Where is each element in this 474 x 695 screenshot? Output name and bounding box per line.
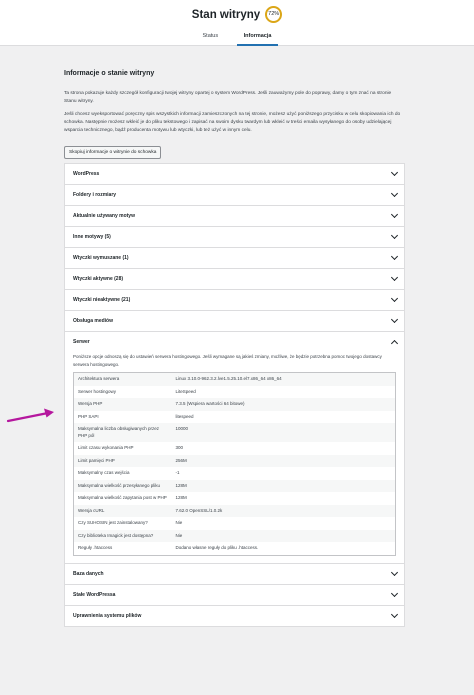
- server-info-key: Czy biblioteka Imagick jest dostępna?: [78, 532, 154, 538]
- accordion-title: Wtyczki aktywne (28): [73, 276, 124, 282]
- server-info-value: 300: [175, 445, 184, 450]
- server-info-key: Maksymalny czas wejścia: [78, 470, 130, 475]
- server-info-value: Dodano własne reguły do pliku .htaccess.: [175, 545, 259, 550]
- server-info-table: Architektura serwera Linux 3.10.0-962.3.2…: [73, 372, 396, 556]
- server-info-row: Limit czasu wykonania PHP 300: [74, 442, 396, 455]
- server-info-row: PHP SAPI litespeed: [74, 411, 396, 424]
- accordion-title: Aktualnie używany motyw: [73, 213, 135, 219]
- server-info-value: Linux 3.10.0-962.3.2.lve1.5.25.10.el7.x8…: [175, 376, 282, 381]
- server-info-row: Reguły .htaccess Dodano własne reguły do …: [74, 542, 396, 555]
- chevron-down-icon: [390, 189, 399, 198]
- server-info-key: Reguły .htaccess: [78, 545, 113, 550]
- accordion-title: Wtyczki nieaktywne (21): [73, 297, 131, 303]
- server-info-row: Czy biblioteka Imagick jest dostępna? Nie: [73, 529, 396, 542]
- accordion-item-wordpress[interactable]: WordPress: [65, 164, 404, 185]
- server-info-key: Limit pamięci PHP: [78, 457, 115, 463]
- chevron-down-icon: [390, 252, 399, 261]
- chevron-up-icon: [390, 339, 399, 348]
- accordion-title: Wtyczki wymuszane (1): [73, 255, 129, 261]
- accordion-item-media[interactable]: Obsługa mediów: [65, 311, 404, 332]
- server-info-value: 7.62.0 OpenSSL/1.0.2k: [175, 507, 223, 513]
- accordion-item-inactive-plugins[interactable]: Wtyczki nieaktywne (21): [65, 290, 404, 311]
- info-description-2: Jeśli chcesz wyeksportować poręczny spis…: [64, 112, 401, 133]
- chevron-down-icon: [390, 610, 399, 618]
- accordion-title: WordPress: [73, 171, 100, 177]
- chevron-down-icon: [390, 589, 399, 597]
- accordion-title: Serwer: [73, 339, 90, 345]
- server-info-key: Architektura serwera: [78, 376, 120, 381]
- accordion-item-mu-plugins[interactable]: Wtyczki wymuszane (1): [65, 248, 404, 269]
- server-info-value: 128M: [175, 495, 187, 500]
- accordion-item-server: Serwer Poniższe opcje odnoszą się do ust…: [65, 332, 404, 564]
- accordion-item-filesystem[interactable]: Uprawnienia systemu plików: [65, 606, 404, 626]
- server-info-key: Maksymalna wielkość przesyłanego pliku: [78, 482, 161, 488]
- tab-info[interactable]: Informacja: [236, 31, 279, 46]
- site-health-score: 72%: [265, 6, 283, 24]
- page-title: Stan witryny: [191, 8, 261, 21]
- server-info-row: Maksymalna liczba obsługiwanych przez PH…: [73, 423, 396, 442]
- annotation-arrow-icon: [6, 408, 54, 423]
- server-info-key: Czy SUHOSIN jest zainstalowany?: [78, 520, 148, 525]
- tabs: Status Informacja: [0, 31, 474, 46]
- tab-status[interactable]: Status: [196, 31, 226, 44]
- server-panel: Poniższe opcje odnoszą się do ustawień s…: [65, 352, 404, 563]
- server-info-key: Limit czasu wykonania PHP: [78, 445, 134, 450]
- server-info-row: Maksymalna wielkość zapytania post w PHP…: [74, 492, 396, 505]
- server-info-value: litespeed: [175, 413, 194, 419]
- accordion-title: Stałe WordPressa: [73, 591, 116, 598]
- accordion-title: Inne motywy (5): [73, 234, 111, 240]
- info-heading: Informacje o stanie witryny: [64, 70, 155, 77]
- server-info-value: 256M: [175, 457, 187, 463]
- accordion-item-other-themes[interactable]: Inne motywy (5): [65, 227, 404, 248]
- server-info-value: 7.3.5 (Wspiera wartości 64 bitowe): [175, 401, 245, 406]
- chevron-down-icon: [390, 294, 399, 303]
- server-info-key: Wersja cURL: [78, 507, 105, 513]
- info-description-1: Ta strona pokazuje każdy szczegół konfig…: [64, 91, 392, 104]
- header: Stan witryny 72% Status Informacja: [0, 0, 474, 46]
- server-info-value: 10000: [175, 426, 189, 431]
- server-info-value: -1: [175, 470, 180, 475]
- server-info-row: Czy SUHOSIN jest zainstalowany? Nie: [74, 517, 396, 530]
- info-card: Informacje o stanie witryny Ta strona po…: [61, 70, 405, 690]
- server-info-value: Nie: [175, 520, 183, 525]
- server-accordion-toggle[interactable]: Serwer: [65, 332, 404, 352]
- chevron-down-icon: [390, 210, 399, 219]
- server-info-row: Wersja PHP 7.3.5 (Wspiera wartości 64 bit…: [73, 398, 396, 411]
- server-info-key: Maksymalna wielkość zapytania post w PHP: [78, 495, 167, 500]
- site-info-accordion: WordPress Foldery i rozmiary Aktualnie u…: [64, 163, 405, 627]
- server-info-value: 128M: [175, 482, 187, 488]
- accordion-item-database[interactable]: Baza danych: [65, 564, 404, 585]
- server-description: Poniższe opcje odnoszą się do ustawień s…: [73, 354, 382, 367]
- server-info-row: Limit pamięci PHP 256M: [73, 454, 396, 467]
- accordion-item-active-plugins[interactable]: Wtyczki aktywne (28): [65, 269, 404, 290]
- server-info-value: Nie: [175, 532, 183, 538]
- accordion-title: Baza danych: [73, 570, 104, 577]
- server-info-row: Architektura serwera Linux 3.10.0-962.3.2…: [73, 372, 396, 386]
- server-info-row: Wersja cURL 7.62.0 OpenSSL/1.0.2k: [73, 504, 396, 517]
- server-info-key: Serwer hostingowy: [78, 388, 117, 394]
- chevron-down-icon: [390, 315, 399, 324]
- accordion-title: Foldery i rozmiary: [73, 192, 117, 198]
- server-info-row: Maksymalny czas wejścia -1: [74, 467, 396, 480]
- chevron-down-icon: [390, 168, 399, 177]
- server-info-row: Maksymalna wielkość przesyłanego pliku 12…: [73, 479, 396, 492]
- server-info-key: Wersja PHP: [78, 401, 103, 406]
- chevron-down-icon: [390, 568, 399, 576]
- chevron-down-icon: [390, 273, 399, 282]
- chevron-down-icon: [390, 231, 399, 240]
- accordion-title: Obsługa mediów: [73, 318, 114, 324]
- server-info-key: PHP SAPI: [78, 413, 99, 419]
- accordion-item-directories[interactable]: Foldery i rozmiary: [65, 185, 404, 206]
- accordion-title: Uprawnienia systemu plików: [73, 612, 142, 619]
- accordion-item-constants[interactable]: Stałe WordPressa: [65, 585, 404, 606]
- server-info-key: Maksymalna liczba obsługiwanych przez PH…: [78, 426, 160, 438]
- server-info-row: Serwer hostingowy LiteSpeed: [74, 386, 396, 399]
- accordion-item-active-theme[interactable]: Aktualnie używany motyw: [65, 206, 404, 227]
- copy-to-clipboard-button[interactable]: Skopiuj informacje o witrynie do schowka: [64, 146, 162, 159]
- server-info-value: LiteSpeed: [175, 388, 196, 394]
